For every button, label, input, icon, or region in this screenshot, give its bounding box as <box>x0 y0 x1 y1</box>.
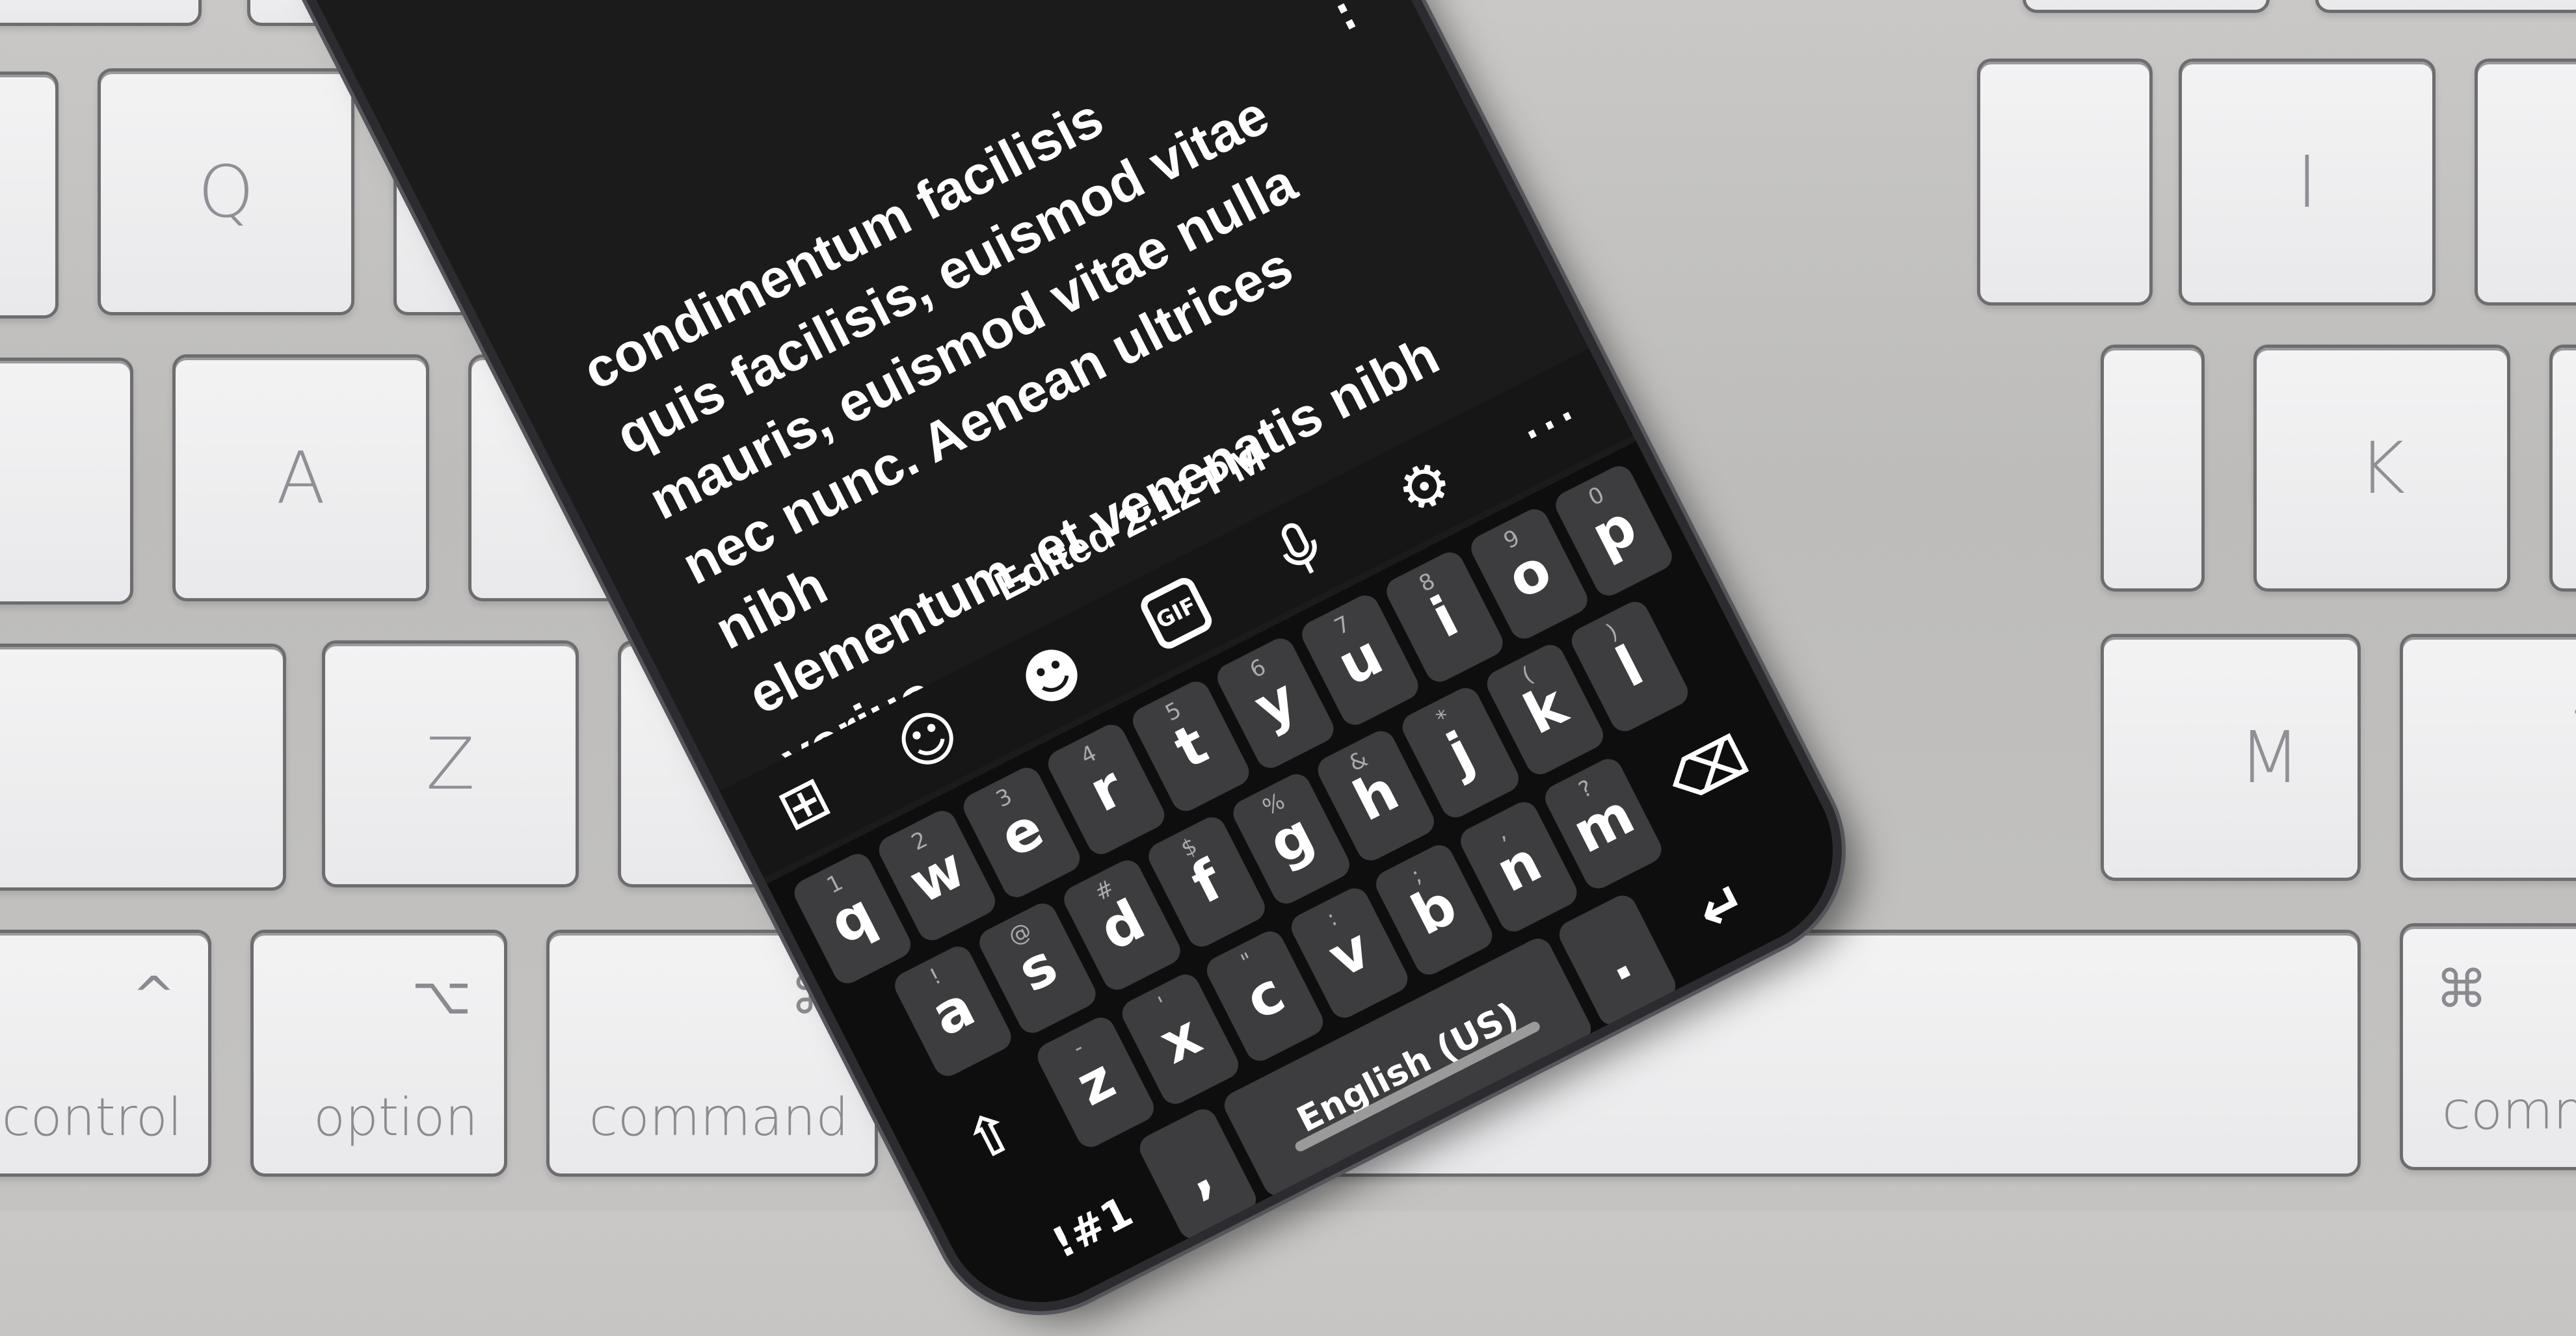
mac-key-label: Q <box>198 150 254 233</box>
mac-key <box>0 0 202 26</box>
more-vert-icon[interactable]: ⋮ <box>1305 0 1378 45</box>
mac-key-label: command <box>589 1087 849 1147</box>
mac-key-i: I <box>2179 59 2436 306</box>
mac-key-label: Z <box>425 722 475 806</box>
mac-key-comma: < , <box>2400 634 2576 881</box>
mac-key-z: Z <box>322 640 579 887</box>
backspace-icon: ⌫ <box>1658 723 1759 817</box>
mac-key-label: control <box>1 1087 182 1147</box>
mac-key-a: A <box>172 354 429 601</box>
mac-key-l <box>2549 345 2576 592</box>
mac-key-option: ⌥ option <box>250 930 507 1177</box>
mac-key-j <box>2101 345 2205 592</box>
mac-key-shift <box>0 644 286 891</box>
symbols-label: !#1 <box>1044 1187 1141 1268</box>
shift-icon: ⇧ <box>954 1096 1026 1176</box>
enter-icon: ↵ <box>1687 867 1759 947</box>
mac-key-command-right: ⌘ comm <box>2400 923 2576 1170</box>
control-symbol: ^ <box>131 965 176 1026</box>
mac-key-control: ^ control <box>0 930 211 1177</box>
mac-key-q: Q <box>98 68 354 315</box>
mac-key-label: < <box>2568 668 2576 751</box>
mac-key-m: M <box>2101 634 2361 881</box>
mac-key-label: comm <box>2442 1081 2576 1141</box>
mac-key-label: I <box>2296 140 2318 224</box>
comma-label: , <box>1173 1140 1223 1208</box>
mac-key-label: K <box>2358 426 2406 510</box>
command-symbol: ⌘ <box>2436 959 2488 1019</box>
mac-key-label: M <box>2238 716 2301 799</box>
mac-key-label: option <box>313 1087 478 1147</box>
mac-key <box>2315 0 2576 13</box>
mac-key-u <box>1977 59 2153 306</box>
mac-key-label: A <box>276 436 326 519</box>
mac-key <box>2023 0 2270 13</box>
gif-icon: GIF <box>1137 573 1216 653</box>
mac-key-caps <box>0 358 133 605</box>
microphone-glyph <box>1282 523 1317 574</box>
mac-key-o <box>2475 59 2576 306</box>
option-symbol: ⌥ <box>411 965 471 1026</box>
period-label: . <box>1593 926 1642 995</box>
mac-key-tab <box>0 72 59 319</box>
mac-key-k: K <box>2253 345 2510 592</box>
